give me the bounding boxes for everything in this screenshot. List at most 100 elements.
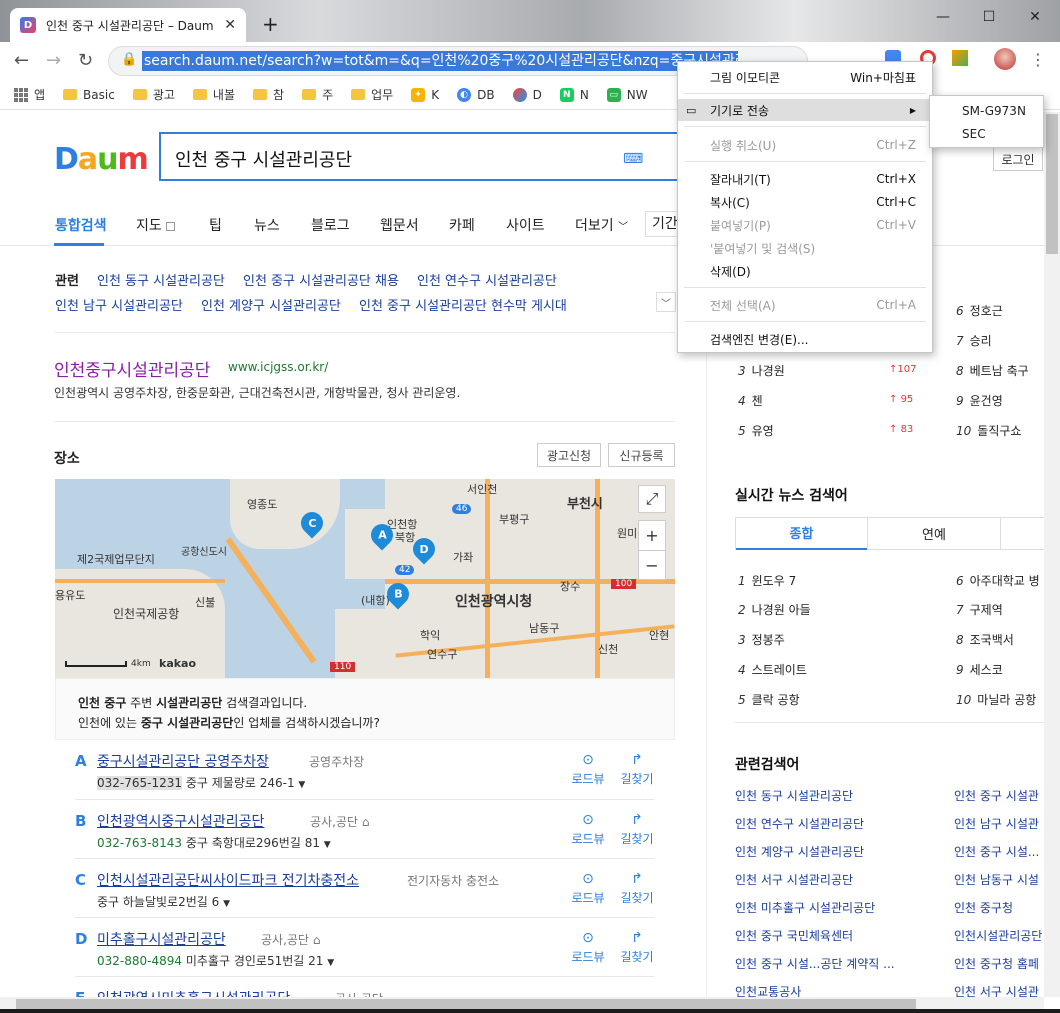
- news-rank-item[interactable]: 5 클락 공항: [738, 691, 800, 708]
- menu-item-change-search-engine[interactable]: 검색엔진 변경(E)...: [678, 328, 932, 350]
- map-view[interactable]: 영종도 서인천 부천시 제2국제업무단지 부평구 공항신도시 인천항 북항 가좌…: [55, 479, 675, 678]
- bookmark-apps[interactable]: 앱: [14, 86, 45, 103]
- news-rank-item[interactable]: 1 윈도우 7: [738, 572, 796, 589]
- bookmark-ad[interactable]: 광고: [132, 86, 175, 103]
- new-tab-button[interactable]: +: [262, 12, 279, 36]
- place-name-link[interactable]: 미추홀구시설관리공단: [97, 929, 226, 949]
- bookmark-ju[interactable]: 주: [302, 86, 333, 103]
- news-rank-item[interactable]: 7 구제역: [956, 601, 1003, 618]
- expand-related-button[interactable]: ﹀: [656, 292, 676, 312]
- profile-avatar[interactable]: [994, 48, 1016, 70]
- related-term-link[interactable]: 인천시설관리공단: [954, 927, 1042, 944]
- caret-down-icon[interactable]: ▼: [223, 899, 230, 909]
- bookmark-cham[interactable]: 참: [253, 86, 284, 103]
- tab-news[interactable]: 뉴스: [254, 215, 280, 235]
- place-phone[interactable]: 032-763-8143: [97, 836, 182, 850]
- bookmark-nw[interactable]: ▭ NW: [606, 87, 648, 102]
- tab-webdoc[interactable]: 웹문서: [380, 215, 419, 235]
- related-link[interactable]: 인천 동구 시설관리공단: [97, 270, 225, 289]
- tab-map[interactable]: 지도: [136, 215, 176, 235]
- tab-site[interactable]: 사이트: [506, 215, 545, 235]
- extension-color-icon[interactable]: [952, 50, 968, 66]
- related-term-link[interactable]: 인천 동구 시설관리공단: [735, 787, 853, 804]
- related-link[interactable]: 인천 중구 시설관리공단 채용: [243, 270, 399, 289]
- tab-more[interactable]: 더보기 ﹀: [575, 215, 628, 235]
- news-rank-item[interactable]: 9 세스코: [956, 661, 1003, 678]
- related-term-link[interactable]: 인천 중구청: [954, 899, 1013, 916]
- bookmark-db[interactable]: ◐ DB: [457, 87, 495, 102]
- url-text-selected[interactable]: search.daum.net/search?w=tot&m=&q=인천%20중…: [142, 51, 738, 71]
- roadview-button[interactable]: ⊙ 로드뷰: [568, 930, 608, 965]
- related-term-link[interactable]: 인천 남구 시설관: [954, 815, 1039, 832]
- caret-down-icon[interactable]: ▼: [327, 958, 334, 968]
- tab-general[interactable]: 종합: [736, 517, 867, 550]
- caret-down-icon[interactable]: ▼: [298, 780, 305, 790]
- bookmark-work[interactable]: 업무: [351, 86, 393, 103]
- roadview-button[interactable]: ⊙ 로드뷰: [568, 752, 608, 787]
- tab-all[interactable]: 통합검색: [55, 215, 107, 235]
- forward-button[interactable]: →: [46, 50, 61, 71]
- menu-item-copy[interactable]: 복사(C) Ctrl+C: [678, 191, 932, 213]
- reload-button[interactable]: ↻: [78, 50, 93, 71]
- news-rank-item[interactable]: 4 스트레이트: [738, 661, 807, 678]
- bookmark-naebol[interactable]: 내볼: [192, 86, 235, 103]
- device-item[interactable]: SM-G973N: [930, 100, 1043, 122]
- directions-button[interactable]: ↱ 길찾기: [617, 871, 657, 906]
- rank-item[interactable]: 3 나경원: [738, 362, 785, 379]
- tab-tip[interactable]: 팁: [209, 215, 222, 235]
- menu-item-delete[interactable]: 삭제(D): [678, 260, 932, 282]
- zoom-out-button[interactable]: −: [638, 550, 666, 580]
- caret-down-icon[interactable]: ▼: [324, 840, 331, 850]
- related-link[interactable]: 인천 연수구 시설관리공단: [417, 270, 557, 289]
- related-term-link[interactable]: 인천 중구청 홈페: [954, 955, 1039, 972]
- place-phone[interactable]: 032-880-4894: [97, 954, 182, 968]
- site-url[interactable]: www.icjgss.or.kr/: [228, 360, 328, 374]
- daum-logo[interactable]: Daum: [54, 142, 149, 177]
- news-rank-item[interactable]: 2 나경원 아들: [738, 601, 811, 618]
- bookmark-n[interactable]: NN: [559, 87, 589, 102]
- fullscreen-icon[interactable]: ⤢: [638, 485, 666, 513]
- place-name-link[interactable]: 인천시설관리공단씨사이드파크 전기차충전소: [97, 870, 359, 890]
- new-register-button[interactable]: 신규등록: [608, 443, 675, 467]
- news-rank-item[interactable]: 10 마닐라 공항: [956, 691, 1036, 708]
- tab-blog[interactable]: 블로그: [311, 215, 350, 235]
- place-name-link[interactable]: 중구시설관리공단 공영주차장: [97, 751, 269, 771]
- menu-item-paste-and-search[interactable]: '붙여넣기 및 검색(S): [678, 237, 932, 259]
- tab-entertainment[interactable]: 연예: [867, 517, 1001, 550]
- related-term-link[interactable]: 인천 남동구 시설: [954, 871, 1039, 888]
- rank-item[interactable]: 9 윤건영: [956, 392, 1003, 409]
- vertical-scroll-thumb[interactable]: [1046, 114, 1058, 254]
- related-link[interactable]: 인천 중구 시설관리공단 현수막 게시대: [359, 295, 567, 314]
- menu-item-send-to-device[interactable]: ▭ 기기로 전송 ▶: [678, 99, 932, 121]
- login-button[interactable]: 로그인: [993, 147, 1043, 171]
- rank-item[interactable]: 8 베트남 축구: [956, 362, 1029, 379]
- menu-kebab-icon[interactable]: ⋮: [1030, 50, 1046, 69]
- related-term-link[interactable]: 인천 계양구 시설관리공단: [735, 843, 864, 860]
- rank-item[interactable]: 7 승리: [956, 332, 992, 349]
- directions-button[interactable]: ↱ 길찾기: [617, 930, 657, 965]
- place-phone[interactable]: 032-765-1231: [97, 776, 183, 790]
- tab-close-icon[interactable]: ✕: [224, 17, 236, 33]
- bookmark-basic[interactable]: Basic: [63, 88, 115, 102]
- related-term-link[interactable]: 인천 중구 시설...공단 계약직 ...: [735, 955, 895, 972]
- search-input[interactable]: 인천 중구 시설관리공단: [175, 146, 352, 172]
- rank-item[interactable]: 6 정호근: [956, 302, 1003, 319]
- minimize-button[interactable]: —: [920, 6, 966, 28]
- related-link[interactable]: 인천 계양구 시설관리공단: [201, 295, 341, 314]
- related-term-link[interactable]: 인천 연수구 시설관리공단: [735, 815, 864, 832]
- browser-tab[interactable]: D 인천 중구 시설관리공단 – Daum ✕: [10, 8, 246, 42]
- directions-button[interactable]: ↱ 길찾기: [617, 752, 657, 787]
- related-term-link[interactable]: 인천 중구 시설...: [954, 843, 1039, 860]
- related-term-link[interactable]: 인천 미추홀구 시설관리공단: [735, 899, 875, 916]
- menu-item-undo[interactable]: 실행 취소(U) Ctrl+Z: [678, 134, 932, 156]
- related-term-link[interactable]: 인천 중구 국민체육센터: [735, 927, 853, 944]
- maximize-button[interactable]: ☐: [966, 6, 1012, 28]
- bookmark-k[interactable]: ✦ K: [411, 87, 439, 102]
- menu-item-cut[interactable]: 잘라내기(T) Ctrl+X: [678, 168, 932, 190]
- tab-cafe[interactable]: 카페: [449, 215, 475, 235]
- menu-item-paste[interactable]: 붙여넣기(P) Ctrl+V: [678, 214, 932, 236]
- related-link[interactable]: 인천 남구 시설관리공단: [55, 295, 183, 314]
- roadview-button[interactable]: ⊙ 로드뷰: [568, 871, 608, 906]
- related-term-link[interactable]: 인천 중구 시설관: [954, 787, 1039, 804]
- ad-request-button[interactable]: 광고신청: [537, 443, 601, 467]
